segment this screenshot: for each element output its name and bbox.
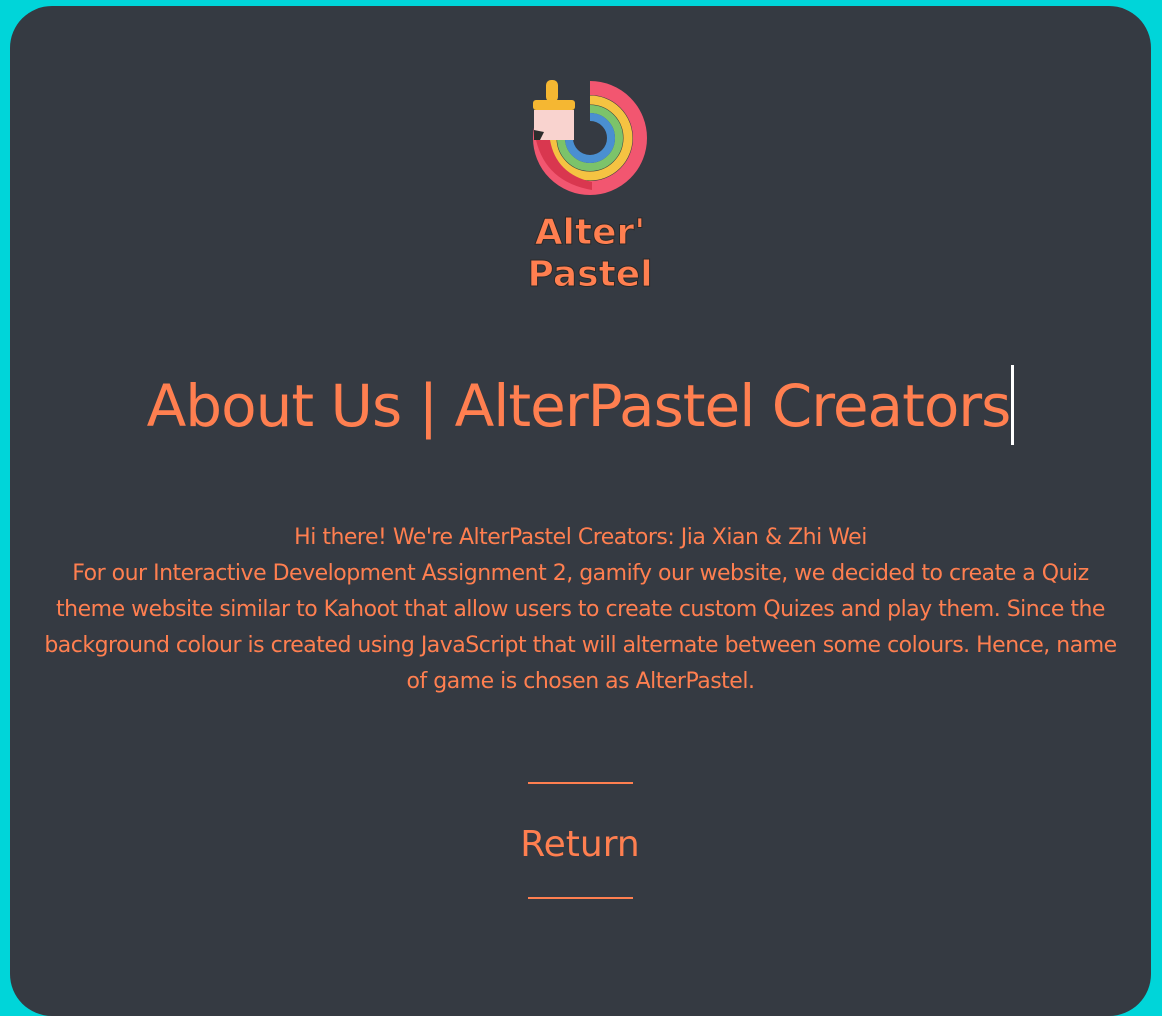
return-button[interactable]: Return bbox=[480, 820, 680, 870]
typing-caret bbox=[1011, 364, 1015, 445]
about-intro: Hi there! We're AlterPastel Creators: Ji… bbox=[294, 525, 867, 550]
return-divider-bottom bbox=[528, 897, 633, 899]
alterpastel-logo: Alter' Pastel bbox=[527, 80, 653, 296]
return-divider-top bbox=[528, 782, 633, 784]
logo-line1: Alter' bbox=[535, 212, 646, 253]
paintbrush-rainbow-icon bbox=[533, 80, 647, 195]
about-text: Hi there! We're AlterPastel Creators: Ji… bbox=[40, 520, 1121, 700]
page-title-text: About Us | AlterPastel Creators bbox=[146, 372, 1012, 440]
about-card: Alter' Pastel About Us | AlterPastel Cre… bbox=[10, 6, 1151, 1016]
page-title: About Us | AlterPastel Creators bbox=[10, 363, 1151, 449]
logo-line2: Pastel bbox=[527, 254, 652, 295]
about-body: For our Interactive Development Assignme… bbox=[44, 561, 1117, 694]
